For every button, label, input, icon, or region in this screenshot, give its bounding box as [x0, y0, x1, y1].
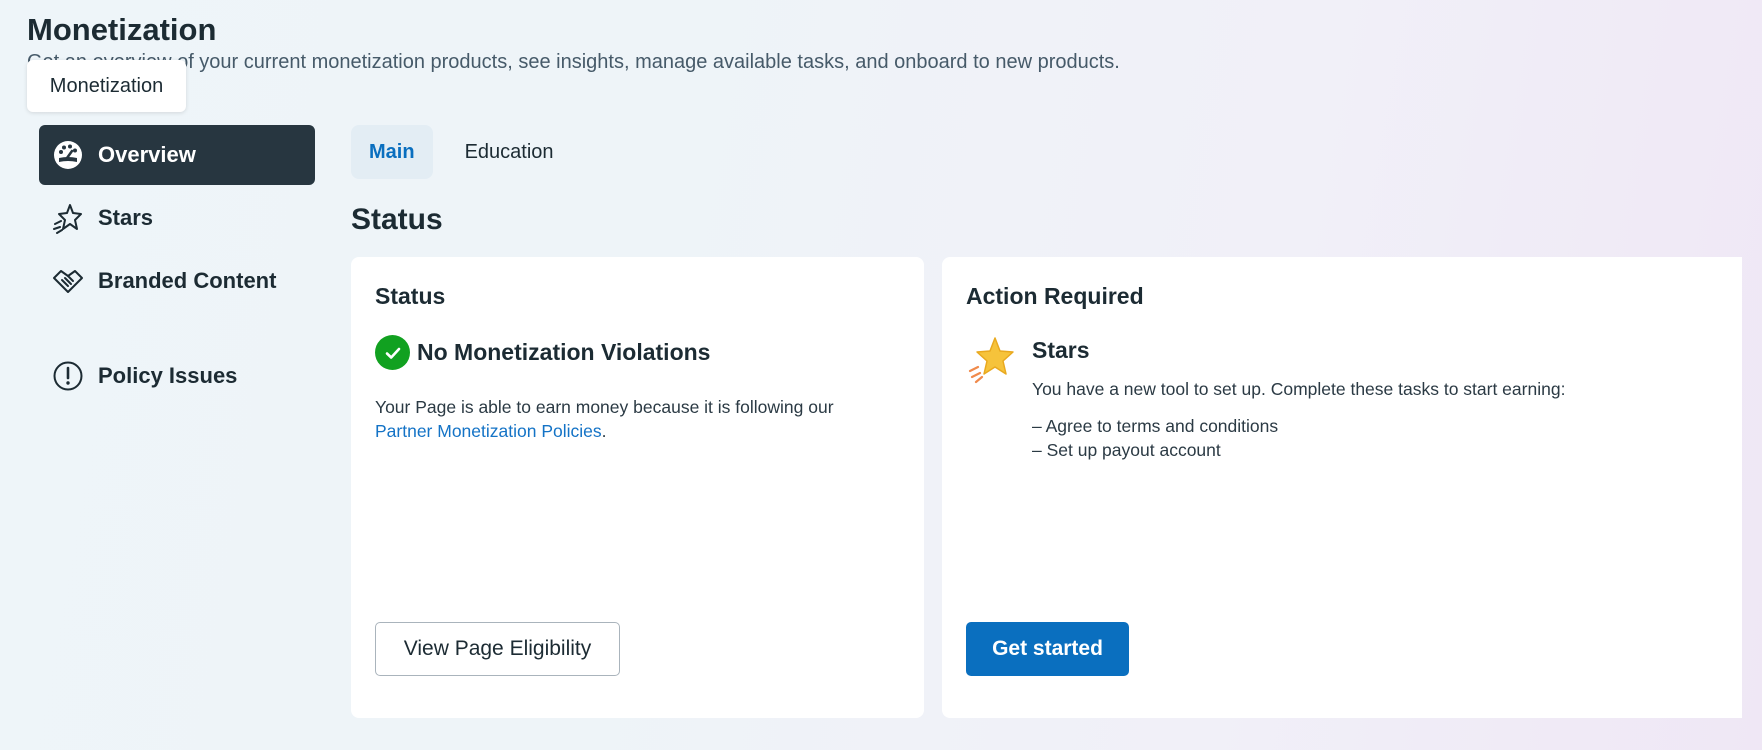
tab-main[interactable]: Main [351, 125, 433, 179]
sidebar-item-branded-content[interactable]: Branded Content [39, 251, 315, 311]
list-item: – Set up payout account [1032, 440, 1221, 460]
sidebar-item-label: Branded Content [98, 268, 277, 293]
star-icon [966, 335, 1016, 385]
sidebar-item-overview[interactable]: Overview [39, 125, 315, 185]
sidebar-item-label: Stars [98, 205, 154, 230]
tab-education[interactable]: Education [447, 125, 572, 179]
status-description: Your Page is able to earn money because … [375, 395, 895, 443]
partner-monetization-policies-link[interactable]: Partner Monetization Policies [375, 421, 602, 441]
action-required-card: Action Required Stars You have a new too… [942, 257, 1742, 718]
tab-bar: Main Education [351, 125, 586, 179]
check-circle-icon [375, 335, 410, 370]
sidebar-item-label: Policy Issues [98, 363, 238, 388]
view-page-eligibility-button[interactable]: View Page Eligibility [375, 622, 620, 676]
star-outline-icon [52, 202, 84, 234]
status-card: Status No Monetization Violations Your P… [351, 257, 924, 718]
stars-product-title: Stars [1032, 337, 1090, 363]
status-card-heading: Status [375, 283, 446, 309]
sidebar-item-policy-issues[interactable]: Policy Issues [39, 346, 315, 406]
status-row: No Monetization Violations [375, 335, 710, 370]
page-title: Monetization [27, 12, 217, 47]
get-started-button[interactable]: Get started [966, 622, 1129, 676]
exclamation-circle-icon [52, 360, 84, 392]
handshake-icon [52, 265, 84, 297]
sidebar-item-stars[interactable]: Stars [39, 188, 315, 248]
status-description-text: Your Page is able to earn money because … [375, 397, 834, 417]
stars-description: You have a new tool to set up. Complete … [1032, 379, 1566, 399]
task-list: – Agree to terms and conditions – Set up… [1032, 414, 1278, 462]
status-text: No Monetization Violations [417, 339, 711, 365]
status-description-suffix: . [601, 421, 607, 441]
dashboard-gauge-icon [52, 139, 84, 171]
list-item: – Agree to terms and conditions [1032, 416, 1279, 436]
tooltip: Monetization [27, 60, 186, 112]
sidebar-item-label: Overview [98, 142, 196, 167]
section-title: Status [351, 203, 443, 236]
action-card-heading: Action Required [966, 283, 1144, 309]
page-subtitle: Get an overview of your current monetiza… [27, 51, 1120, 73]
